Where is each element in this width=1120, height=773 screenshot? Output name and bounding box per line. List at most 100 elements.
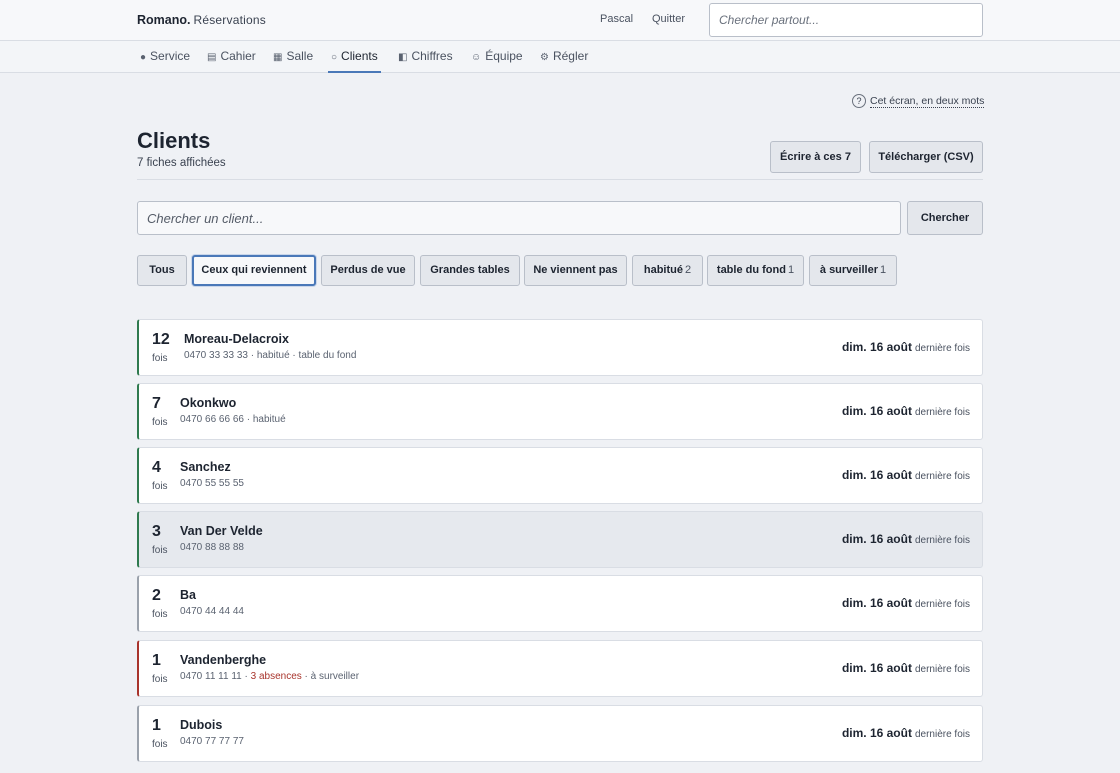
client-tags: · habitué xyxy=(243,414,286,425)
last-visit: dim. 16 août dernière fois xyxy=(842,468,970,482)
last-visit: dim. 16 août dernière fois xyxy=(842,404,970,418)
main-nav: ● Service ▤ Cahier ▦ Salle ○ Clients ◧ Chiffr… xyxy=(0,41,1120,73)
last-visit-label: dernière fois xyxy=(914,471,970,482)
visit-unit: fois xyxy=(152,609,168,620)
client-card[interactable]: 4 fois Sanchez 0470 55 55 55 dim. 16 aoû… xyxy=(137,447,983,504)
client-phone: 0470 66 66 66 xyxy=(180,414,244,425)
question-icon: ? xyxy=(852,94,866,108)
absence-warning: 3 absences xyxy=(250,671,302,682)
filter-count: 1 xyxy=(879,264,887,276)
brand-name: Romano. xyxy=(137,13,191,27)
client-tag: à surveiller xyxy=(310,671,360,682)
search-button[interactable]: Chercher xyxy=(907,201,983,235)
download-csv-button[interactable]: Télécharger (CSV) xyxy=(869,141,983,173)
client-meta: 0470 88 88 88 xyxy=(180,542,244,553)
filter-label: à surveiller xyxy=(819,264,878,276)
filter-table-du-fond[interactable]: table du fond 1 xyxy=(707,255,804,286)
last-visit-label: dernière fois xyxy=(914,407,970,418)
client-name: Okonkwo xyxy=(180,396,237,410)
last-visit-label: dernière fois xyxy=(914,664,970,675)
nav-item-regler[interactable]: ⚙ Régler xyxy=(540,41,588,73)
filter-tous[interactable]: Tous xyxy=(137,255,187,286)
last-visit-date: dim. 16 août xyxy=(841,404,912,418)
nav-item-cahier[interactable]: ▤ Cahier xyxy=(207,41,256,73)
client-tag: habitué xyxy=(256,350,290,361)
nav-label: Cahier xyxy=(220,49,256,63)
visit-unit: fois xyxy=(152,545,168,556)
write-to-clients-button[interactable]: Écrire à ces 7 xyxy=(770,141,861,173)
gear-icon: ⚙ xyxy=(540,52,549,63)
last-visit-date: dim. 16 août xyxy=(841,532,912,546)
client-phone: 0470 77 77 77 xyxy=(180,736,244,747)
filter-grandes-tables[interactable]: Grandes tables xyxy=(420,255,520,286)
client-meta: 0470 11 11 11 · 3 absences · à surveille… xyxy=(180,671,359,682)
client-card[interactable]: 3 fois Van Der Velde 0470 88 88 88 dim. … xyxy=(137,511,983,568)
last-visit-label: dernière fois xyxy=(914,729,970,740)
help-link[interactable]: ? Cet écran, en deux mots xyxy=(852,94,985,108)
client-tags: · 3 absences · à surveiller xyxy=(241,671,360,682)
list-icon: ▤ xyxy=(207,52,217,63)
grid-icon: ▦ xyxy=(273,52,283,63)
last-visit-label: dernière fois xyxy=(914,599,970,610)
dot-icon: ● xyxy=(140,52,147,63)
chart-icon: ◧ xyxy=(398,52,408,63)
client-name: Moreau-Delacroix xyxy=(184,332,289,346)
filter-habitue[interactable]: habitué 2 xyxy=(632,255,703,286)
nav-item-service[interactable]: ● Service xyxy=(140,41,190,73)
client-card[interactable]: 2 fois Ba 0470 44 44 44 dim. 16 août dern… xyxy=(137,575,983,632)
filter-perdus-de-vue[interactable]: Perdus de vue xyxy=(321,255,415,286)
filter-count: 1 xyxy=(787,264,795,276)
global-search-input[interactable] xyxy=(709,3,983,37)
visit-count: 3 xyxy=(152,523,161,540)
top-bar: Romano. Réservations Pascal Quitter xyxy=(0,0,1120,41)
divider xyxy=(137,179,983,180)
filter-label: Tous xyxy=(149,264,175,276)
client-card[interactable]: 1 fois Vandenberghe 0470 11 11 11 · 3 ab… xyxy=(137,640,983,697)
last-visit: dim. 16 août dernière fois xyxy=(842,532,970,546)
visit-count: 1 xyxy=(152,652,161,669)
client-tag: habitué xyxy=(252,414,286,425)
last-visit-date: dim. 16 août xyxy=(841,661,912,675)
client-phone: 0470 44 44 44 xyxy=(180,606,244,617)
last-visit-date: dim. 16 août xyxy=(841,596,912,610)
visit-count: 7 xyxy=(152,395,161,412)
nav-item-clients[interactable]: ○ Clients xyxy=(328,41,381,73)
last-visit-date: dim. 16 août xyxy=(841,726,912,740)
visit-count: 2 xyxy=(152,587,161,604)
client-meta: 0470 33 33 33 · habitué · table du fond xyxy=(184,350,356,361)
last-visit: dim. 16 août dernière fois xyxy=(842,596,970,610)
client-meta: 0470 44 44 44 xyxy=(180,606,244,617)
filter-ne-viennent-pas[interactable]: Ne viennent pas xyxy=(524,255,627,286)
nav-item-chiffres[interactable]: ◧ Chiffres xyxy=(398,41,453,73)
client-card[interactable]: 12 fois Moreau-Delacroix 0470 33 33 33 ·… xyxy=(137,319,983,376)
filter-a-surveiller[interactable]: à surveiller 1 xyxy=(809,255,897,286)
client-phone: 0470 88 88 88 xyxy=(180,542,244,553)
visit-count: 1 xyxy=(152,717,161,734)
client-name: Dubois xyxy=(180,718,223,732)
nav-item-equipe[interactable]: ☺ Équipe xyxy=(471,41,523,73)
client-name: Van Der Velde xyxy=(180,524,263,538)
client-name: Sanchez xyxy=(180,460,231,474)
filter-label: habitué xyxy=(643,264,683,276)
client-search-input[interactable] xyxy=(137,201,901,235)
last-visit-label: dernière fois xyxy=(914,535,970,546)
visit-count: 4 xyxy=(152,459,161,476)
visit-unit: fois xyxy=(152,481,168,492)
last-visit-date: dim. 16 août xyxy=(841,468,912,482)
logout-link[interactable]: Quitter xyxy=(652,13,685,25)
nav-item-salle[interactable]: ▦ Salle xyxy=(273,41,313,73)
last-visit-date: dim. 16 août xyxy=(841,340,912,354)
filter-ceux-qui-reviennent[interactable]: Ceux qui reviennent xyxy=(192,255,316,286)
client-tags: · habitué · table du fond xyxy=(247,350,357,361)
client-meta: 0470 55 55 55 xyxy=(180,478,244,489)
brand-subtitle: Réservations xyxy=(193,13,266,27)
filter-label: Ceux qui reviennent xyxy=(201,264,307,276)
filter-label: Grandes tables xyxy=(430,264,510,276)
brand[interactable]: Romano. Réservations xyxy=(137,13,266,27)
client-phone: 0470 11 11 11 xyxy=(180,671,242,682)
visit-unit: fois xyxy=(152,674,168,685)
smiley-icon: ☺ xyxy=(471,52,482,63)
client-card[interactable]: 7 fois Okonkwo 0470 66 66 66 · habitué d… xyxy=(137,383,983,440)
client-card[interactable]: 1 fois Dubois 0470 77 77 77 dim. 16 août… xyxy=(137,705,983,762)
user-name[interactable]: Pascal xyxy=(600,13,633,25)
